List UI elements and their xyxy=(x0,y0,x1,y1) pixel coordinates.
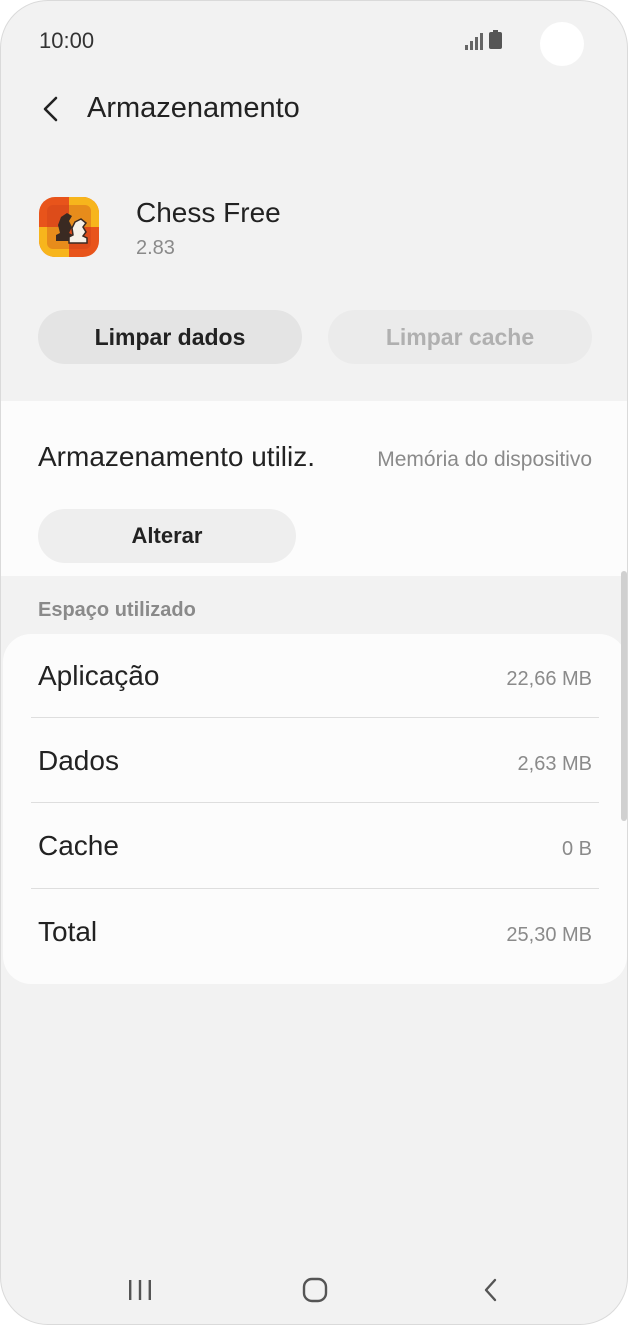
usage-label: Cache xyxy=(38,830,119,861)
back-icon xyxy=(484,1278,497,1302)
usage-row-cache: Cache 0 B xyxy=(3,804,627,889)
phone-screen: 10:00 Armazenamento Chess Free 2.83 Limp… xyxy=(0,0,628,1325)
chevron-left-icon xyxy=(43,96,58,122)
usage-value: 2,63 MB xyxy=(517,753,592,775)
usage-row-app: Aplicação 22,66 MB xyxy=(3,634,627,719)
scrollbar[interactable] xyxy=(621,571,627,821)
storage-location-card: Armazenamento utiliz. Memória do disposi… xyxy=(1,401,627,576)
space-used-header: Espaço utilizado xyxy=(38,599,196,621)
home-button[interactable] xyxy=(285,1265,345,1315)
usage-value: 0 B xyxy=(561,838,592,860)
clear-cache-button[interactable]: Limpar cache xyxy=(328,310,592,364)
status-time: 10:00 xyxy=(39,28,95,53)
app-name: Chess Free xyxy=(136,197,281,228)
app-version: 2.83 xyxy=(136,237,175,259)
divider xyxy=(31,717,599,718)
usage-row-data: Dados 2,63 MB xyxy=(3,719,627,804)
storage-location-value: Memória do dispositivo xyxy=(377,448,592,471)
back-button[interactable] xyxy=(31,86,71,132)
divider xyxy=(31,802,599,803)
camera-cutout xyxy=(540,22,584,66)
recents-icon xyxy=(129,1280,151,1300)
space-used-list: Aplicação 22,66 MB Dados 2,63 MB Cache 0… xyxy=(3,634,627,984)
change-storage-button[interactable]: Alterar xyxy=(38,509,296,563)
divider xyxy=(31,888,599,889)
page-title: Armazenamento xyxy=(87,92,300,124)
usage-label: Dados xyxy=(38,745,119,776)
usage-value: 25,30 MB xyxy=(506,924,592,946)
signal-icon xyxy=(465,32,485,50)
usage-label: Aplicação xyxy=(38,660,160,691)
nav-back-button[interactable] xyxy=(461,1265,521,1315)
recents-button[interactable] xyxy=(110,1265,170,1315)
clear-data-button[interactable]: Limpar dados xyxy=(38,310,302,364)
storage-used-label: Armazenamento utiliz. xyxy=(38,441,316,472)
chess-app-icon xyxy=(39,197,99,257)
usage-value: 22,66 MB xyxy=(506,668,592,690)
battery-icon xyxy=(489,30,502,49)
usage-label: Total xyxy=(38,916,98,947)
usage-row-total: Total 25,30 MB xyxy=(3,890,627,975)
home-icon xyxy=(302,1277,328,1303)
